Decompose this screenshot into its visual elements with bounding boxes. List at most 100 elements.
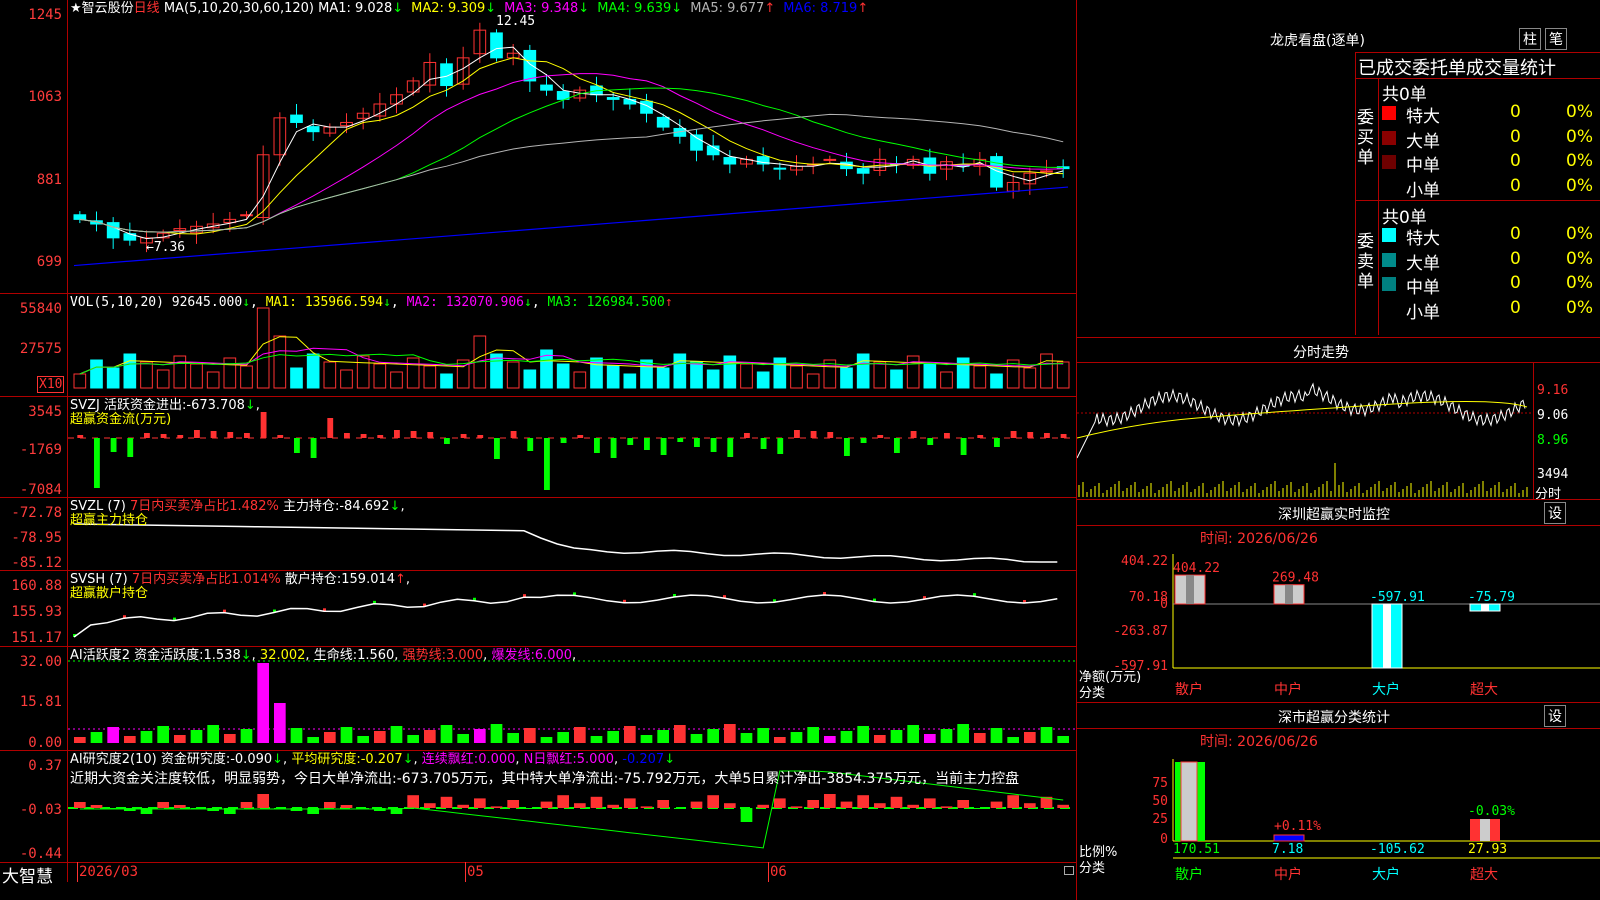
row-name: 中单 — [1406, 278, 1440, 298]
ai1-title: AI活跃度2 — [70, 648, 130, 663]
research-bar — [807, 800, 819, 808]
price-panel[interactable] — [68, 0, 1076, 293]
tab-orders[interactable]: 委托单 — [1412, 58, 1466, 79]
buy-row: 大单 0 0% — [1380, 126, 1600, 152]
activity-bar — [690, 734, 703, 743]
volume-ma-line — [79, 353, 1064, 375]
row-count: 0 — [1510, 126, 1521, 147]
sz-class-chart[interactable]: 75 50 25 0 +0.11% -0.03% 170.51 7.18 -105.62 27.9… — [1077, 729, 1600, 900]
flow-bar — [1060, 434, 1067, 438]
ai2-y-label: 0.37 — [28, 758, 62, 774]
arrow-down-icon: ↓ — [392, 1, 404, 16]
sz-class-panel[interactable]: 75 50 25 0 +0.11% -0.03% 170.51 7.18 -105.62 27.9… — [1077, 729, 1600, 900]
research-bar — [590, 796, 603, 808]
price-header: ★智云股份日线 MA(5,10,20,30,60,120) MA1: 9.028… — [70, 1, 876, 17]
activity-bar — [790, 732, 803, 743]
tab-filled[interactable]: 已成交 — [1358, 58, 1412, 79]
ma-line-6 — [73, 186, 1069, 267]
activity-bar — [957, 724, 969, 743]
sz-class-value: -105.62 — [1370, 842, 1425, 857]
flow-bar — [494, 438, 500, 459]
intraday-panel[interactable] — [1077, 363, 1533, 499]
bar-mode-button[interactable]: 柱 — [1519, 28, 1541, 50]
sz-monitor-chart[interactable]: 404.2270.180-263.87-597.91404.22269.48-5… — [1077, 526, 1600, 702]
vol-header: VOL(5,10,20) 92645.000↓, MA1: 135966.594… — [70, 295, 673, 310]
volume-bar — [390, 371, 403, 389]
volume-bar — [623, 373, 637, 389]
arrow-down-icon: ↓ — [240, 648, 252, 663]
flow-bar — [310, 438, 317, 458]
ai2-avg-label: 平均研究度: — [291, 752, 361, 767]
candle — [73, 214, 87, 220]
tick-mode-button[interactable]: 笔 — [1545, 28, 1567, 50]
sz-class-bar — [1273, 834, 1305, 842]
svsh-subtitle: 超赢散户持仓 — [70, 586, 149, 601]
sz-monitor-category: 大户 — [1372, 681, 1400, 698]
volume-bar — [790, 365, 803, 389]
flow-bar — [860, 438, 867, 443]
intraday-axis-line — [1533, 363, 1534, 499]
activity-bar — [574, 727, 586, 743]
panel-divider — [0, 862, 1077, 863]
sz-monitor-value-label: -75.79 — [1468, 590, 1515, 605]
sz-monitor-title: 深圳超赢实时监控 — [1278, 507, 1390, 523]
candle — [306, 126, 320, 133]
sz-class-bar-core — [1180, 761, 1198, 842]
volume-ma-line — [79, 336, 1064, 375]
lock-icon — [1064, 866, 1074, 875]
research-bar — [574, 803, 586, 808]
sz-class-settings-button[interactable]: 设 — [1544, 705, 1566, 727]
flow-bar — [710, 438, 717, 452]
svzl-y-label: -72.78 — [11, 505, 62, 521]
volume-bar — [656, 367, 670, 389]
activity-bar — [824, 736, 836, 743]
ma-value-4: MA4: 9.639↓ — [597, 1, 683, 16]
intraday-chart[interactable] — [1077, 363, 1533, 499]
lhb-line — [1378, 78, 1379, 335]
volume-bar — [106, 367, 120, 389]
ma-values: MA1: 9.028↓ MA2: 9.309↓ MA3: 9.348↓ MA4: 9.… — [318, 1, 876, 16]
sz-monitor-bar-core — [1285, 584, 1293, 604]
vol-y-label: 55840 — [19, 301, 62, 317]
ma-line-4 — [79, 87, 1064, 233]
period-label[interactable]: 日线 — [134, 1, 160, 16]
candle — [823, 158, 837, 161]
candle — [656, 116, 670, 128]
tab-volume-stats[interactable]: 成交量统计 — [1466, 58, 1556, 79]
ma-line-2 — [79, 57, 1064, 235]
volume-bar — [906, 355, 920, 389]
ai1-label: 资金活跃度: — [134, 648, 204, 663]
price-y-label: 1063 — [28, 89, 62, 105]
buy-row: 小单 0 0% — [1380, 175, 1600, 201]
volume-bar — [140, 361, 153, 389]
brand-logo: 大智慧 — [2, 867, 53, 887]
ai1-y-label: 15.81 — [19, 694, 62, 710]
research-bar — [457, 804, 469, 808]
sz-monitor-panel[interactable]: 404.22 70.18 0 -263.87 -597.91 404.22 269.48 -5… — [1077, 526, 1600, 702]
ai2-red-value: 0.000 — [478, 752, 516, 767]
lhb-title: 龙虎看盘(逐单) — [1270, 33, 1365, 49]
flow-bar — [927, 438, 934, 445]
ma-value-6: MA6: 8.719↑ — [783, 1, 869, 16]
flow-bar — [510, 431, 517, 438]
x-tick — [465, 862, 466, 882]
row-count: 0 — [1510, 273, 1521, 293]
candlestick-chart[interactable] — [68, 0, 1076, 293]
activity-bar — [540, 737, 553, 743]
research-bar — [524, 808, 536, 809]
row-percent: 0% — [1566, 151, 1593, 171]
stock-name[interactable]: 智云股份 — [82, 1, 134, 16]
arrow-up-icon: ↑ — [764, 1, 776, 16]
arrow-up-icon: ↑ — [664, 295, 673, 310]
arrow-down-icon: ↓ — [389, 499, 401, 514]
sz-monitor-settings-button[interactable]: 设 — [1544, 502, 1566, 524]
sz-class-bar-label: +0.11% — [1274, 819, 1321, 834]
research-bar — [774, 798, 786, 808]
row-name: 大单 — [1406, 253, 1440, 274]
svzj-y-label: 3545 — [28, 404, 62, 420]
research-bar — [624, 798, 636, 808]
flow-bar — [160, 434, 167, 438]
activity-bar — [324, 732, 336, 743]
buy-row: 特大 0 0% — [1380, 102, 1600, 127]
row-percent: 0% — [1566, 175, 1593, 196]
